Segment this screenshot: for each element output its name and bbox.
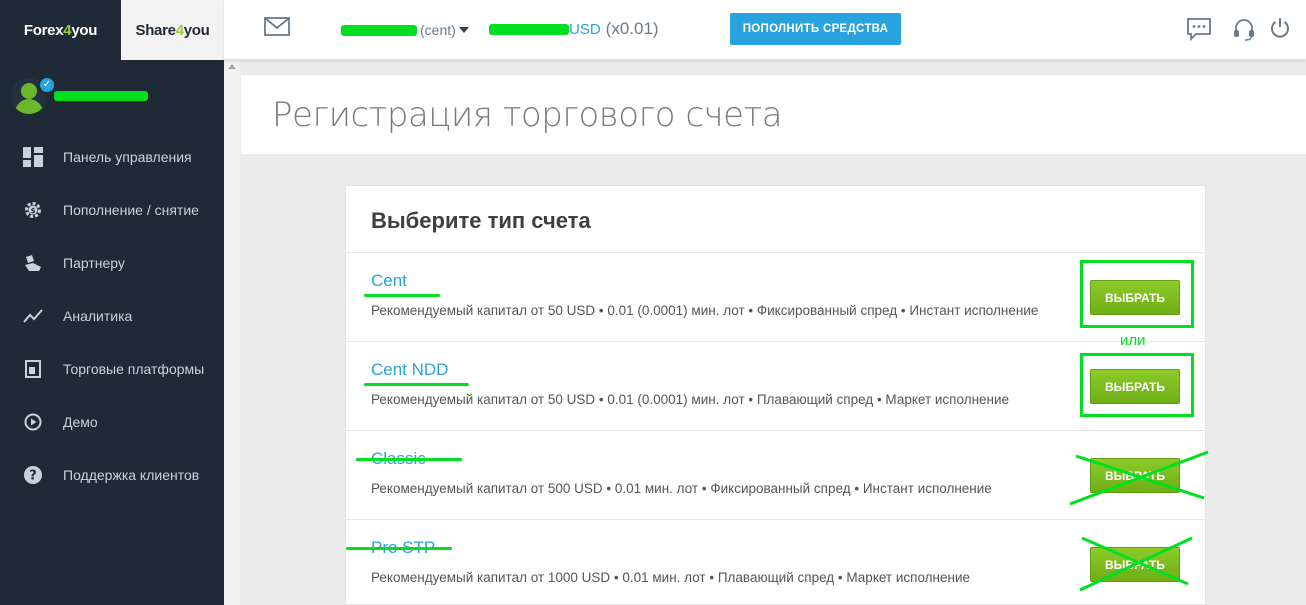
underline-markup [364, 383, 469, 386]
panel-title: Выберите тип счета [371, 208, 591, 233]
sidebar-item-demo[interactable]: Демо [0, 395, 224, 448]
sidebar-item-label: Демо [63, 413, 98, 430]
account-row-cent-ndd: Cent NDD Рекомендуемый капитал от 50 USD… [346, 342, 1205, 431]
sidebar-item-deposit-withdraw[interactable]: $ Пополнение / снятие [0, 183, 224, 236]
sidebar-item-label: Поддержка клиентов [63, 466, 200, 483]
sidebar: Forex 4 you Share 4 you ✓ Панель управления … [0, 0, 224, 605]
highlight-box-markup [1080, 260, 1194, 328]
cross-out-markup [1079, 536, 1193, 592]
sidebar-item-label: Партнеру [63, 254, 125, 271]
brand-tabs: Forex 4 you Share 4 you [0, 0, 224, 60]
sidebar-item-partner[interactable]: Партнеру [0, 236, 224, 289]
help-icon: ? [22, 464, 44, 486]
page-title: Регистрация торгового счета [272, 95, 783, 135]
platform-icon [22, 358, 44, 380]
gear-dollar-icon: $ [22, 199, 44, 221]
username-redaction [54, 91, 148, 101]
forex-logo-prefix: Forex [23, 21, 64, 39]
balance-redaction [489, 23, 569, 35]
chat-icon[interactable] [1186, 17, 1212, 46]
share-logo-accent: 4 [175, 21, 184, 39]
share-logo-prefix: Share [135, 21, 176, 39]
account-name-link[interactable]: Cent [371, 271, 407, 291]
topbar: (cent) USD (x0.01) ПОПОЛНИТЬ СРЕДСТВА [224, 0, 1306, 60]
balance: USD (x0.01) [489, 19, 659, 39]
sidebar-item-label: Торговые платформы [63, 360, 205, 377]
svg-text:?: ? [29, 468, 37, 483]
highlight-box-markup [1080, 353, 1194, 417]
sidebar-item-dashboard[interactable]: Панель управления [0, 130, 224, 183]
deposit-funds-button[interactable]: ПОПОЛНИТЬ СРЕДСТВА [730, 13, 901, 45]
sidebar-nav: Панель управления $ Пополнение / снятие … [0, 130, 224, 501]
balance-multiplier: (x0.01) [605, 19, 659, 38]
dashboard-icon [22, 146, 44, 168]
page-header: Регистрация торгового счета [241, 75, 1306, 154]
verified-check-icon: ✓ [38, 76, 56, 94]
account-description: Рекомендуемый капитал от 1000 USD • 0.01… [371, 570, 971, 585]
forex4you-tab[interactable]: Forex 4 you [0, 0, 121, 60]
account-description: Рекомендуемый капитал от 500 USD • 0.01 … [371, 481, 992, 496]
or-annotation: или [1120, 332, 1146, 349]
forex-logo-accent: 4 [63, 21, 72, 39]
cross-out-markup [1069, 450, 1209, 506]
account-name-link[interactable]: Cent NDD [371, 360, 448, 380]
sidebar-scrollbar[interactable] [224, 60, 240, 605]
balance-currency: USD [569, 20, 601, 38]
power-icon[interactable] [1269, 17, 1291, 44]
sidebar-item-label: Аналитика [63, 307, 133, 324]
sidebar-item-analytics[interactable]: Аналитика [0, 289, 224, 342]
mail-icon[interactable] [264, 17, 290, 42]
sidebar-item-platforms[interactable]: Торговые платформы [0, 342, 224, 395]
scroll-up-arrow-icon[interactable] [228, 64, 236, 69]
user-profile[interactable]: ✓ [0, 60, 224, 130]
svg-text:$: $ [31, 207, 36, 215]
share-logo-suffix: you [183, 21, 210, 39]
underline-markup [364, 294, 440, 297]
account-description: Рекомендуемый капитал от 50 USD • 0.01 (… [371, 392, 1010, 407]
play-icon [22, 411, 44, 433]
trend-icon [22, 305, 44, 327]
sidebar-item-label: Пополнение / снятие [63, 201, 199, 218]
account-type: (cent) [420, 22, 456, 38]
partner-icon [22, 252, 44, 274]
sidebar-item-support[interactable]: ? Поддержка клиентов [0, 448, 224, 501]
chevron-down-icon [458, 27, 469, 33]
headset-icon[interactable] [1232, 17, 1256, 46]
strikethrough-markup [346, 547, 452, 550]
account-row-cent: Cent Рекомендуемый капитал от 50 USD • 0… [346, 253, 1205, 342]
share4you-tab[interactable]: Share 4 you [121, 0, 224, 60]
account-selector[interactable]: (cent) [341, 22, 469, 38]
forex-logo-suffix: you [71, 21, 98, 39]
strikethrough-markup [356, 458, 462, 461]
account-number-redaction [341, 24, 417, 36]
sidebar-item-label: Панель управления [63, 148, 192, 165]
account-description: Рекомендуемый капитал от 50 USD • 0.01 (… [371, 303, 1039, 318]
